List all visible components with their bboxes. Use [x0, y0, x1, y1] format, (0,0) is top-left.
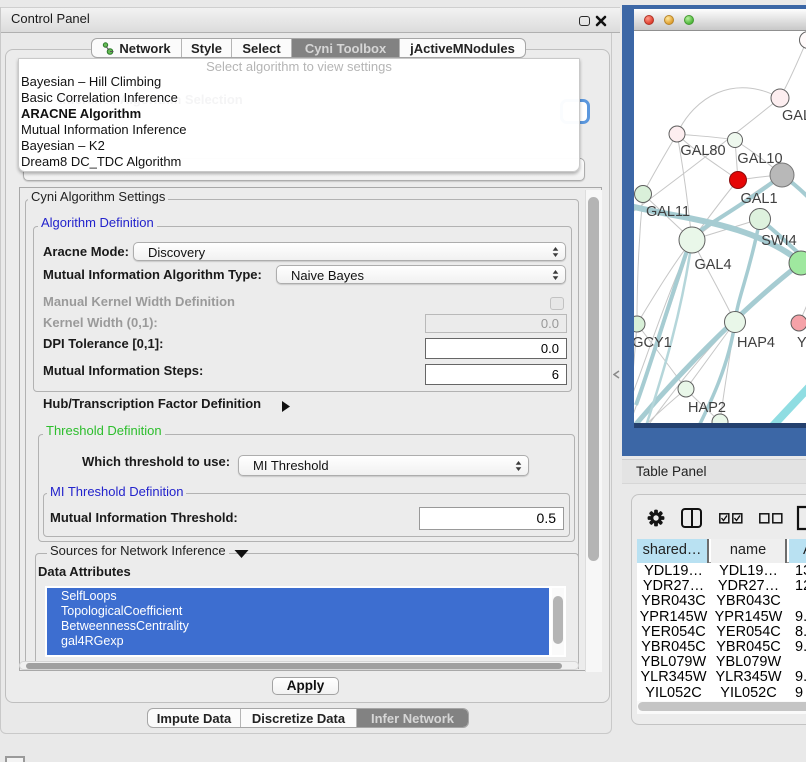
svg-text:HAP4: HAP4 — [737, 335, 775, 351]
svg-text:GAL7: GAL7 — [782, 108, 806, 124]
svg-text:GCY1: GCY1 — [634, 335, 672, 351]
svg-text:GAL1: GAL1 — [740, 191, 777, 207]
svg-text:GAL11: GAL11 — [646, 204, 690, 220]
svg-text:SWI4: SWI4 — [761, 233, 796, 249]
svg-text:GAL80: GAL80 — [680, 143, 725, 159]
svg-text:GAL10: GAL10 — [737, 151, 782, 167]
svg-text:YB: YB — [797, 335, 806, 351]
svg-text:HAP2: HAP2 — [688, 400, 726, 416]
svg-text:GAL4: GAL4 — [694, 257, 731, 273]
